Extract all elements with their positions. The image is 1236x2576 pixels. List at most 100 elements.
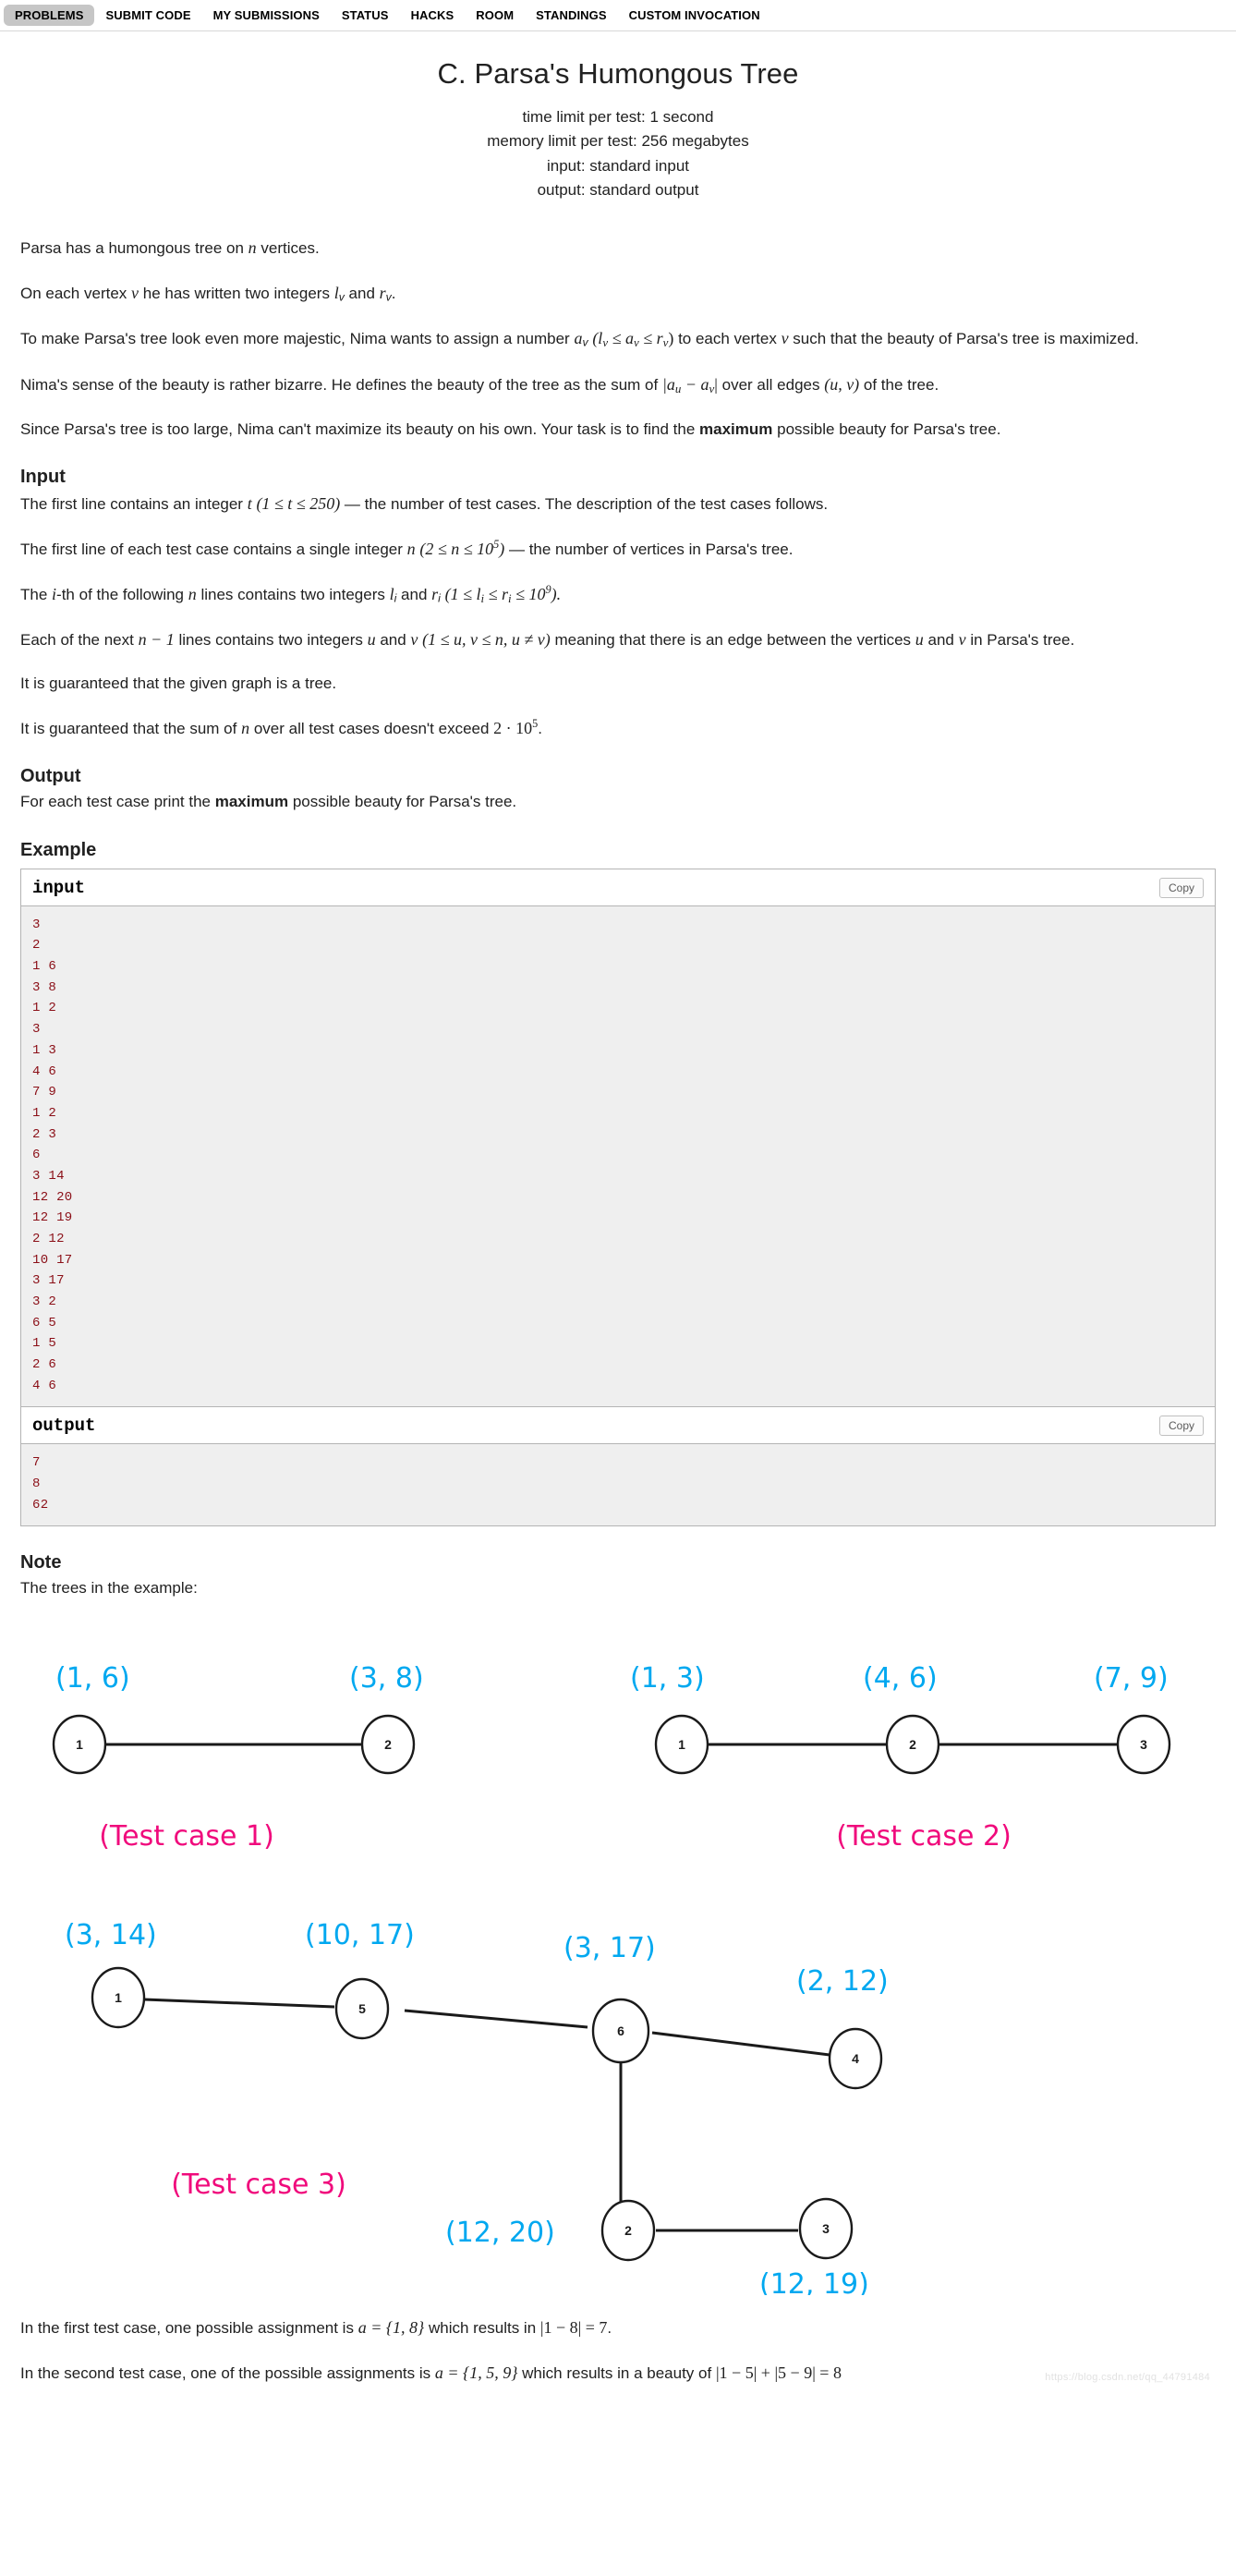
sample-input-header: input Copy xyxy=(21,869,1215,905)
range-label-node-5-f3: (10, 17) xyxy=(305,1919,415,1951)
note-explanation-2: In the second test case, one of the poss… xyxy=(20,2361,1216,2386)
text: — the number of test cases. The descript… xyxy=(340,495,829,514)
math-r: r xyxy=(379,284,386,303)
text: meaning that there is an edge between th… xyxy=(550,631,915,650)
edge-1-5-f3 xyxy=(143,1998,335,2009)
math-lr-a: (1 ≤ l xyxy=(444,584,481,603)
problem-limits: time limit per test: 1 second memory lim… xyxy=(20,105,1216,202)
sample-tests: input Copy 3 2 1 6 3 8 1 2 3 1 3 4 6 7 9… xyxy=(20,868,1216,1527)
text: In the first test case, one possible ass… xyxy=(20,2318,358,2337)
range-label-node-1-f2: (1, 3) xyxy=(630,1662,705,1695)
nav-item-standings[interactable]: STANDINGS xyxy=(525,5,618,26)
node-label-1-f3: 1 xyxy=(115,1990,122,2005)
text: Parsa has a humongous tree on xyxy=(20,239,248,258)
nav-item-custom-invocation[interactable]: CUSTOM INVOCATION xyxy=(618,5,771,26)
input-line-5: It is guaranteed that the given graph is… xyxy=(20,674,337,692)
sample-output-text[interactable]: 7 8 62 xyxy=(21,1443,1215,1526)
nav-item-status[interactable]: STATUS xyxy=(331,5,400,26)
math-v2: v xyxy=(781,329,789,348)
note-figures: 1 2 (1, 6) (3, 8) (Test case 1) 1 2 3 (1… xyxy=(20,1621,1216,2295)
math-t: t xyxy=(247,494,252,514)
math-sum-limit: 2 · 105 xyxy=(493,717,538,737)
node-label-3-f3: 3 xyxy=(822,2221,830,2236)
section-heading-note: Note xyxy=(20,1552,62,1574)
math-edge-uv: (u, v) xyxy=(824,375,860,395)
emphasis-maximum: maximum xyxy=(699,419,773,438)
text: It is guaranteed that the sum of xyxy=(20,719,242,737)
text: of the tree. xyxy=(859,376,939,395)
math-n: n xyxy=(248,238,257,258)
text: — the number of vertices in Parsa's tree… xyxy=(504,540,794,558)
input-line-6: It is guaranteed that the sum of n over … xyxy=(20,716,1216,741)
math-range-mid1: ≤ a xyxy=(608,329,634,348)
math-v: v xyxy=(131,284,139,303)
node-label-1-f2: 1 xyxy=(678,1737,685,1752)
math-n-range-a: (2 ≤ n ≤ 10 xyxy=(419,539,494,558)
math-assignment-2: a = {1, 5, 9} xyxy=(434,2363,518,2382)
math-n4: n xyxy=(241,718,250,737)
problem-page: C. Parsa's Humongous Tree time limit per… xyxy=(0,57,1236,2412)
nav-item-submit-code[interactable]: SUBMIT CODE xyxy=(94,5,201,26)
sample-output-box: output Copy 7 8 62 xyxy=(20,1406,1216,1527)
math-n3: n xyxy=(188,584,197,603)
statement-paragraph-2: On each vertex v he has written two inte… xyxy=(20,281,1216,306)
emphasis-maximum-2: maximum xyxy=(214,793,289,811)
copy-input-button[interactable]: Copy xyxy=(1158,877,1204,898)
text: Each of the next xyxy=(20,631,139,650)
time-limit: time limit per test: 1 second xyxy=(522,108,714,126)
text: over all test cases doesn't exceed xyxy=(249,719,494,737)
text: The xyxy=(20,585,53,603)
math-lr-c: ). xyxy=(551,584,562,603)
text: lines contains two integers xyxy=(174,631,368,650)
math-ri-sub: i xyxy=(438,591,441,605)
text: he has written two integers xyxy=(139,285,334,303)
edge-5-6-f3 xyxy=(404,2009,588,2029)
range-label-node-1-f3: (3, 14) xyxy=(65,1919,157,1951)
text: For each test case print the xyxy=(20,793,215,811)
text: vertices. xyxy=(256,239,320,258)
text: and xyxy=(923,631,959,650)
text: possible beauty for Parsa's tree. xyxy=(288,793,517,811)
nav-item-hacks[interactable]: HACKS xyxy=(400,5,466,26)
note-explanation-1: In the first test case, one possible ass… xyxy=(20,2315,1216,2340)
output-spec: output: standard output xyxy=(537,181,699,200)
nav-item-problems[interactable]: PROBLEMS xyxy=(4,5,95,26)
math-range-mid2: ≤ r xyxy=(638,329,663,348)
text: Nima's sense of the beauty is rather biz… xyxy=(20,376,662,395)
figure-caption-1: (Test case 1) xyxy=(99,1820,274,1853)
section-heading-output: Output xyxy=(20,766,81,787)
math-t-range: (1 ≤ t ≤ 250) xyxy=(256,494,341,514)
nav-item-room[interactable]: ROOM xyxy=(465,5,525,26)
math-v4: v xyxy=(958,630,966,650)
range-label-node-4-f3: (2, 12) xyxy=(796,1965,889,1998)
text: . xyxy=(607,2318,612,2337)
sample-input-text[interactable]: 3 2 1 6 3 8 1 2 3 1 3 4 6 7 9 1 2 2 3 6 … xyxy=(21,905,1215,1407)
math-n-range: (2 ≤ n ≤ 105) xyxy=(419,538,504,558)
sample-input-title: input xyxy=(32,877,86,898)
math-sum-val: 2 · 10 xyxy=(493,718,533,737)
math-a-sub: v xyxy=(582,336,588,350)
edge-6-4-f3 xyxy=(651,2031,830,2057)
text: The first line of each test case contain… xyxy=(20,540,407,558)
range-label-node-3-f3: (12, 19) xyxy=(759,2268,869,2295)
node-label-5-f3: 5 xyxy=(358,2001,366,2016)
copy-output-button[interactable]: Copy xyxy=(1158,1416,1204,1437)
math-abs-open: |a xyxy=(661,375,675,395)
math-abs-group: |au − av| xyxy=(661,375,718,395)
node-label-4-f3: 4 xyxy=(852,2051,859,2066)
nav-item-my-submissions[interactable]: MY SUBMISSIONS xyxy=(202,5,331,26)
range-label-node-2-f3: (12, 20) xyxy=(445,2217,555,2249)
input-line-2: The first line of each test case contain… xyxy=(20,537,1216,562)
math-u2: u xyxy=(915,630,924,650)
node-label-6-f3: 6 xyxy=(617,2023,624,2038)
input-spec: input: standard input xyxy=(546,156,690,175)
text: to each vertex xyxy=(673,330,782,348)
text: To make Parsa's tree look even more maje… xyxy=(20,330,575,348)
text: such that the beauty of Parsa's tree is … xyxy=(788,330,1139,348)
text: In the second test case, one of the poss… xyxy=(20,2363,435,2382)
statement-paragraph-4: Nima's sense of the beauty is rather biz… xyxy=(20,372,1216,398)
text: and xyxy=(375,631,411,650)
math-lr-range: (1 ≤ li ≤ ri ≤ 109). xyxy=(444,583,562,605)
text: lines contains two integers xyxy=(196,585,390,603)
text: possible beauty for Parsa's tree. xyxy=(772,419,1001,438)
